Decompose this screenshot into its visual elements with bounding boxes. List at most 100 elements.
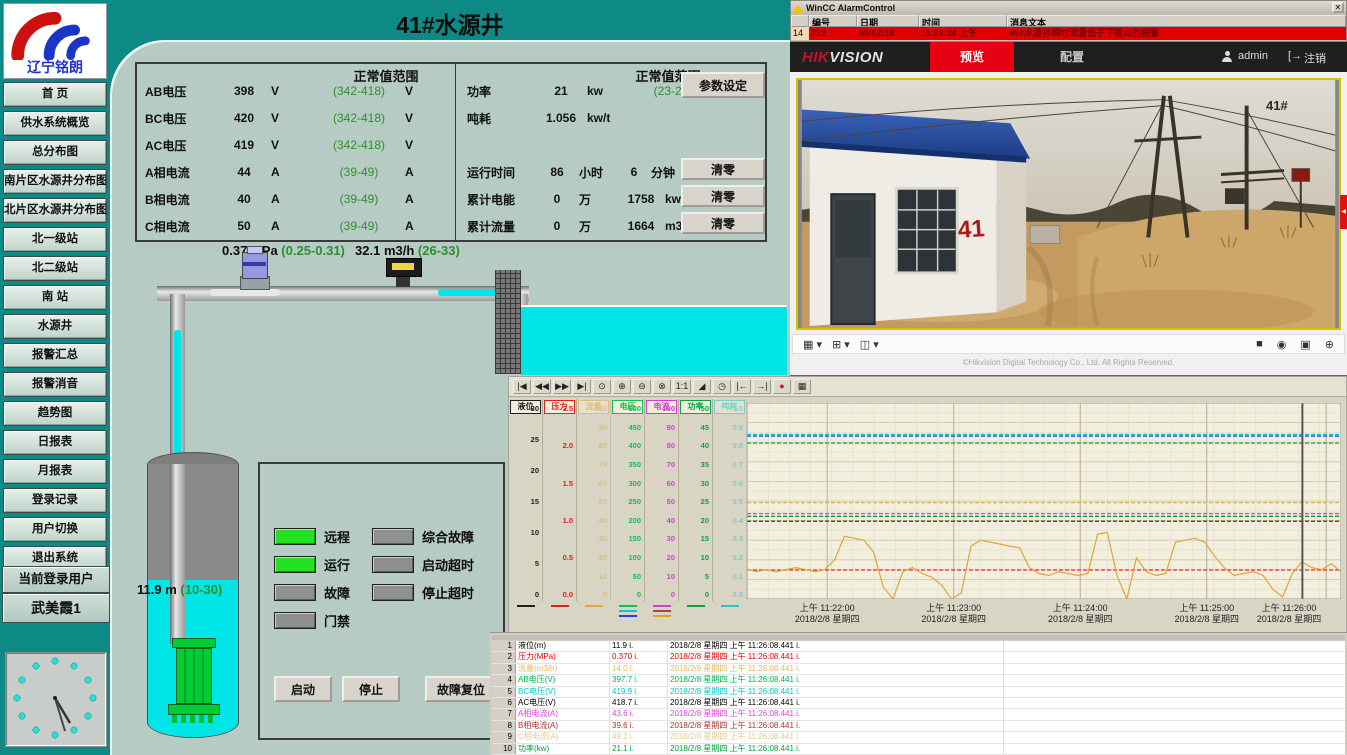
chart-tool-9[interactable]: ◢ bbox=[693, 379, 711, 394]
chart-tool-1[interactable]: ◀◀ bbox=[533, 379, 551, 394]
tab-config[interactable]: 配置 bbox=[1030, 42, 1114, 72]
clear-energy-button[interactable]: 清零 bbox=[681, 185, 765, 207]
sidebar-item-2[interactable]: 总分布图 bbox=[3, 140, 107, 165]
chart-tool-13[interactable]: ● bbox=[773, 379, 791, 394]
chart-tool-14[interactable]: ▦ bbox=[793, 379, 811, 394]
cam-tool-left-2[interactable]: ◫ ▾ bbox=[860, 338, 879, 351]
zoom-icon[interactable]: ⊕ bbox=[1325, 338, 1334, 351]
alarm-row[interactable]: 1422208/02/1811:03:24 上午46#水源井瞬时流量低于下限点的… bbox=[791, 27, 1346, 40]
indicator-label: 停止超时 bbox=[422, 583, 474, 602]
chart-plot[interactable] bbox=[747, 403, 1341, 599]
axis-tick: 40 bbox=[679, 442, 709, 450]
cam-tool-left-1[interactable]: ⊞ ▾ bbox=[832, 338, 850, 351]
axis-tick: 100 bbox=[645, 405, 675, 413]
chart-tool-7[interactable]: ⊗ bbox=[653, 379, 671, 394]
table-row-10[interactable]: 10功率(kw)21.1 i.2018/2/8 星期四 上午 11:26:08.… bbox=[492, 744, 1345, 755]
alarm-col-2[interactable]: 时间 bbox=[919, 15, 1007, 27]
table-row-5[interactable]: 5BC电压(V)419.9 i.2018/2/8 星期四 上午 11:26:08… bbox=[492, 687, 1345, 698]
trend-chart: |◀◀◀▶▶▶|⊙⊕⊖⊗1:1◢◷|←→|●▦ 液位302520151050压力… bbox=[508, 376, 1347, 634]
chart-tool-10[interactable]: ◷ bbox=[713, 379, 731, 394]
x-label-date: 2018/2/8 星期四 bbox=[1020, 614, 1140, 625]
record-icon[interactable]: ▣ bbox=[1300, 338, 1310, 351]
sidebar-item-10[interactable]: 报警消音 bbox=[3, 372, 107, 397]
clear-runtime-button[interactable]: 清零 bbox=[681, 158, 765, 180]
table-row-1[interactable]: 1液位(m)11.9 i.2018/2/8 星期四 上午 11:26:08.44… bbox=[492, 641, 1345, 652]
close-icon[interactable]: ✕ bbox=[1332, 2, 1344, 13]
table-row-9[interactable]: 9C相电流(A)49.2 i.2018/2/8 星期四 上午 11:26:08.… bbox=[492, 732, 1345, 743]
series-dash-5 bbox=[687, 605, 705, 607]
sidebar-item-14[interactable]: 登录记录 bbox=[3, 488, 107, 513]
stop-button[interactable]: 停止 bbox=[342, 676, 400, 702]
axis-tick: 0.3 bbox=[713, 535, 743, 543]
sidebar-item-13[interactable]: 月报表 bbox=[3, 459, 107, 484]
fault-reset-button[interactable]: 故障复位 bbox=[425, 676, 497, 702]
sidebar-item-15[interactable]: 用户切换 bbox=[3, 517, 107, 542]
chart-tool-12[interactable]: →| bbox=[753, 379, 771, 394]
table-row-4[interactable]: 4AB电压(V)397.7 i.2018/2/8 星期四 上午 11:26:08… bbox=[492, 675, 1345, 686]
chart-tool-4[interactable]: ⊙ bbox=[593, 379, 611, 394]
alarm-titlebar[interactable]: WinCC AlarmControl ✕ bbox=[791, 1, 1346, 15]
chart-tool-3[interactable]: ▶| bbox=[573, 379, 591, 394]
sidebar-item-3[interactable]: 南片区水源井分布图 bbox=[3, 169, 107, 194]
indicator-远程 bbox=[274, 528, 316, 545]
clear-flow-button[interactable]: 清零 bbox=[681, 212, 765, 234]
chart-tool-2[interactable]: ▶▶ bbox=[553, 379, 571, 394]
chart-tool-8[interactable]: 1:1 bbox=[673, 379, 691, 394]
cam-tool-left-0[interactable]: ▦ ▾ bbox=[803, 338, 822, 351]
row-filler bbox=[1004, 641, 1345, 651]
axis-tick: 50 bbox=[611, 573, 641, 581]
tab-preview[interactable]: 预览 bbox=[930, 42, 1014, 72]
alarm-col-gutter bbox=[791, 15, 809, 27]
alarm-col-3[interactable]: 消息文本 bbox=[1007, 15, 1346, 27]
panel-collapse-tab[interactable]: ◀ bbox=[1340, 195, 1347, 229]
param-set-button[interactable]: 参数设定 bbox=[681, 72, 765, 98]
tank-wall bbox=[495, 270, 521, 374]
axis-1: 压力2.52.01.51.00.50.0 bbox=[543, 399, 577, 601]
chart-tool-11[interactable]: |← bbox=[733, 379, 751, 394]
snapshot-icon[interactable]: ◉ bbox=[1277, 338, 1287, 351]
table-row-8[interactable]: 8B相电流(A)39.6 i.2018/2/8 星期四 上午 11:26:08.… bbox=[492, 721, 1345, 732]
param-range_unit: A bbox=[405, 192, 429, 206]
sidebar-item-8[interactable]: 水源井 bbox=[3, 314, 107, 339]
start-button[interactable]: 启动 bbox=[274, 676, 332, 702]
alarm-col-0[interactable]: 编号 bbox=[809, 15, 857, 27]
flow-meter-stem bbox=[396, 276, 410, 287]
stop-icon[interactable]: ■ bbox=[1256, 338, 1263, 350]
table-row-2[interactable]: 2压力(MPa)0.370 i.2018/2/8 星期四 上午 11:26:08… bbox=[492, 652, 1345, 663]
status-panel: 远程运行故障门禁综合故障启动超时停止超时启动停止故障复位 bbox=[258, 462, 505, 740]
axis-tick: 2.0 bbox=[543, 442, 573, 450]
sidebar-item-5[interactable]: 北一级站 bbox=[3, 227, 107, 252]
logout-link[interactable]: 注销 bbox=[1304, 50, 1326, 66]
axis-4: 电流1009080706050403020100 bbox=[645, 399, 679, 601]
sidebar-item-9[interactable]: 报警汇总 bbox=[3, 343, 107, 368]
sidebar-item-0[interactable]: 首 页 bbox=[3, 82, 107, 107]
table-row-6[interactable]: 6AC电压(V)418.7 i.2018/2/8 星期四 上午 11:26:08… bbox=[492, 698, 1345, 709]
sidebar-item-6[interactable]: 北二级站 bbox=[3, 256, 107, 281]
axis-tick: 20 bbox=[645, 554, 675, 562]
row-timestamp: 2018/2/8 星期四 上午 11:26:08.441 i. bbox=[668, 687, 1004, 697]
sidebar-item-11[interactable]: 趋势图 bbox=[3, 401, 107, 426]
sidebar-item-7[interactable]: 南 站 bbox=[3, 285, 107, 310]
chart-tool-5[interactable]: ⊕ bbox=[613, 379, 631, 394]
sidebar-item-4[interactable]: 北片区水源井分布图 bbox=[3, 198, 107, 223]
axis-tick: 15 bbox=[509, 498, 539, 506]
chart-tool-0[interactable]: |◀ bbox=[513, 379, 531, 394]
axis-tick: 0.5 bbox=[543, 554, 573, 562]
sidebar-item-1[interactable]: 供水系统概览 bbox=[3, 111, 107, 136]
sidebar-item-12[interactable]: 日报表 bbox=[3, 430, 107, 455]
alarm-row-id: 222 bbox=[809, 27, 857, 40]
x-label-1: 上午 11:23:002018/2/8 星期四 bbox=[894, 603, 1014, 626]
axis-tick: 0.8 bbox=[713, 442, 743, 450]
value-table-header-strip bbox=[492, 635, 1345, 640]
alarm-col-1[interactable]: 日期 bbox=[857, 15, 919, 27]
logged-user[interactable]: admin bbox=[1238, 50, 1268, 62]
indicator-label: 门禁 bbox=[324, 611, 350, 630]
table-row-7[interactable]: 7A相电流(A)43.6 i.2018/2/8 星期四 上午 11:26:08.… bbox=[492, 709, 1345, 720]
camera-video[interactable]: 41 41# bbox=[796, 78, 1341, 330]
axis-tick: 1.5 bbox=[543, 480, 573, 488]
row-name: BC电压(V) bbox=[516, 687, 610, 697]
row-value: 11.9 i. bbox=[610, 641, 668, 651]
axis-tick: 100 bbox=[611, 554, 641, 562]
chart-tool-6[interactable]: ⊖ bbox=[633, 379, 651, 394]
table-row-3[interactable]: 3流量(m3/h)14.0 i.2018/2/8 星期四 上午 11:26:08… bbox=[492, 664, 1345, 675]
